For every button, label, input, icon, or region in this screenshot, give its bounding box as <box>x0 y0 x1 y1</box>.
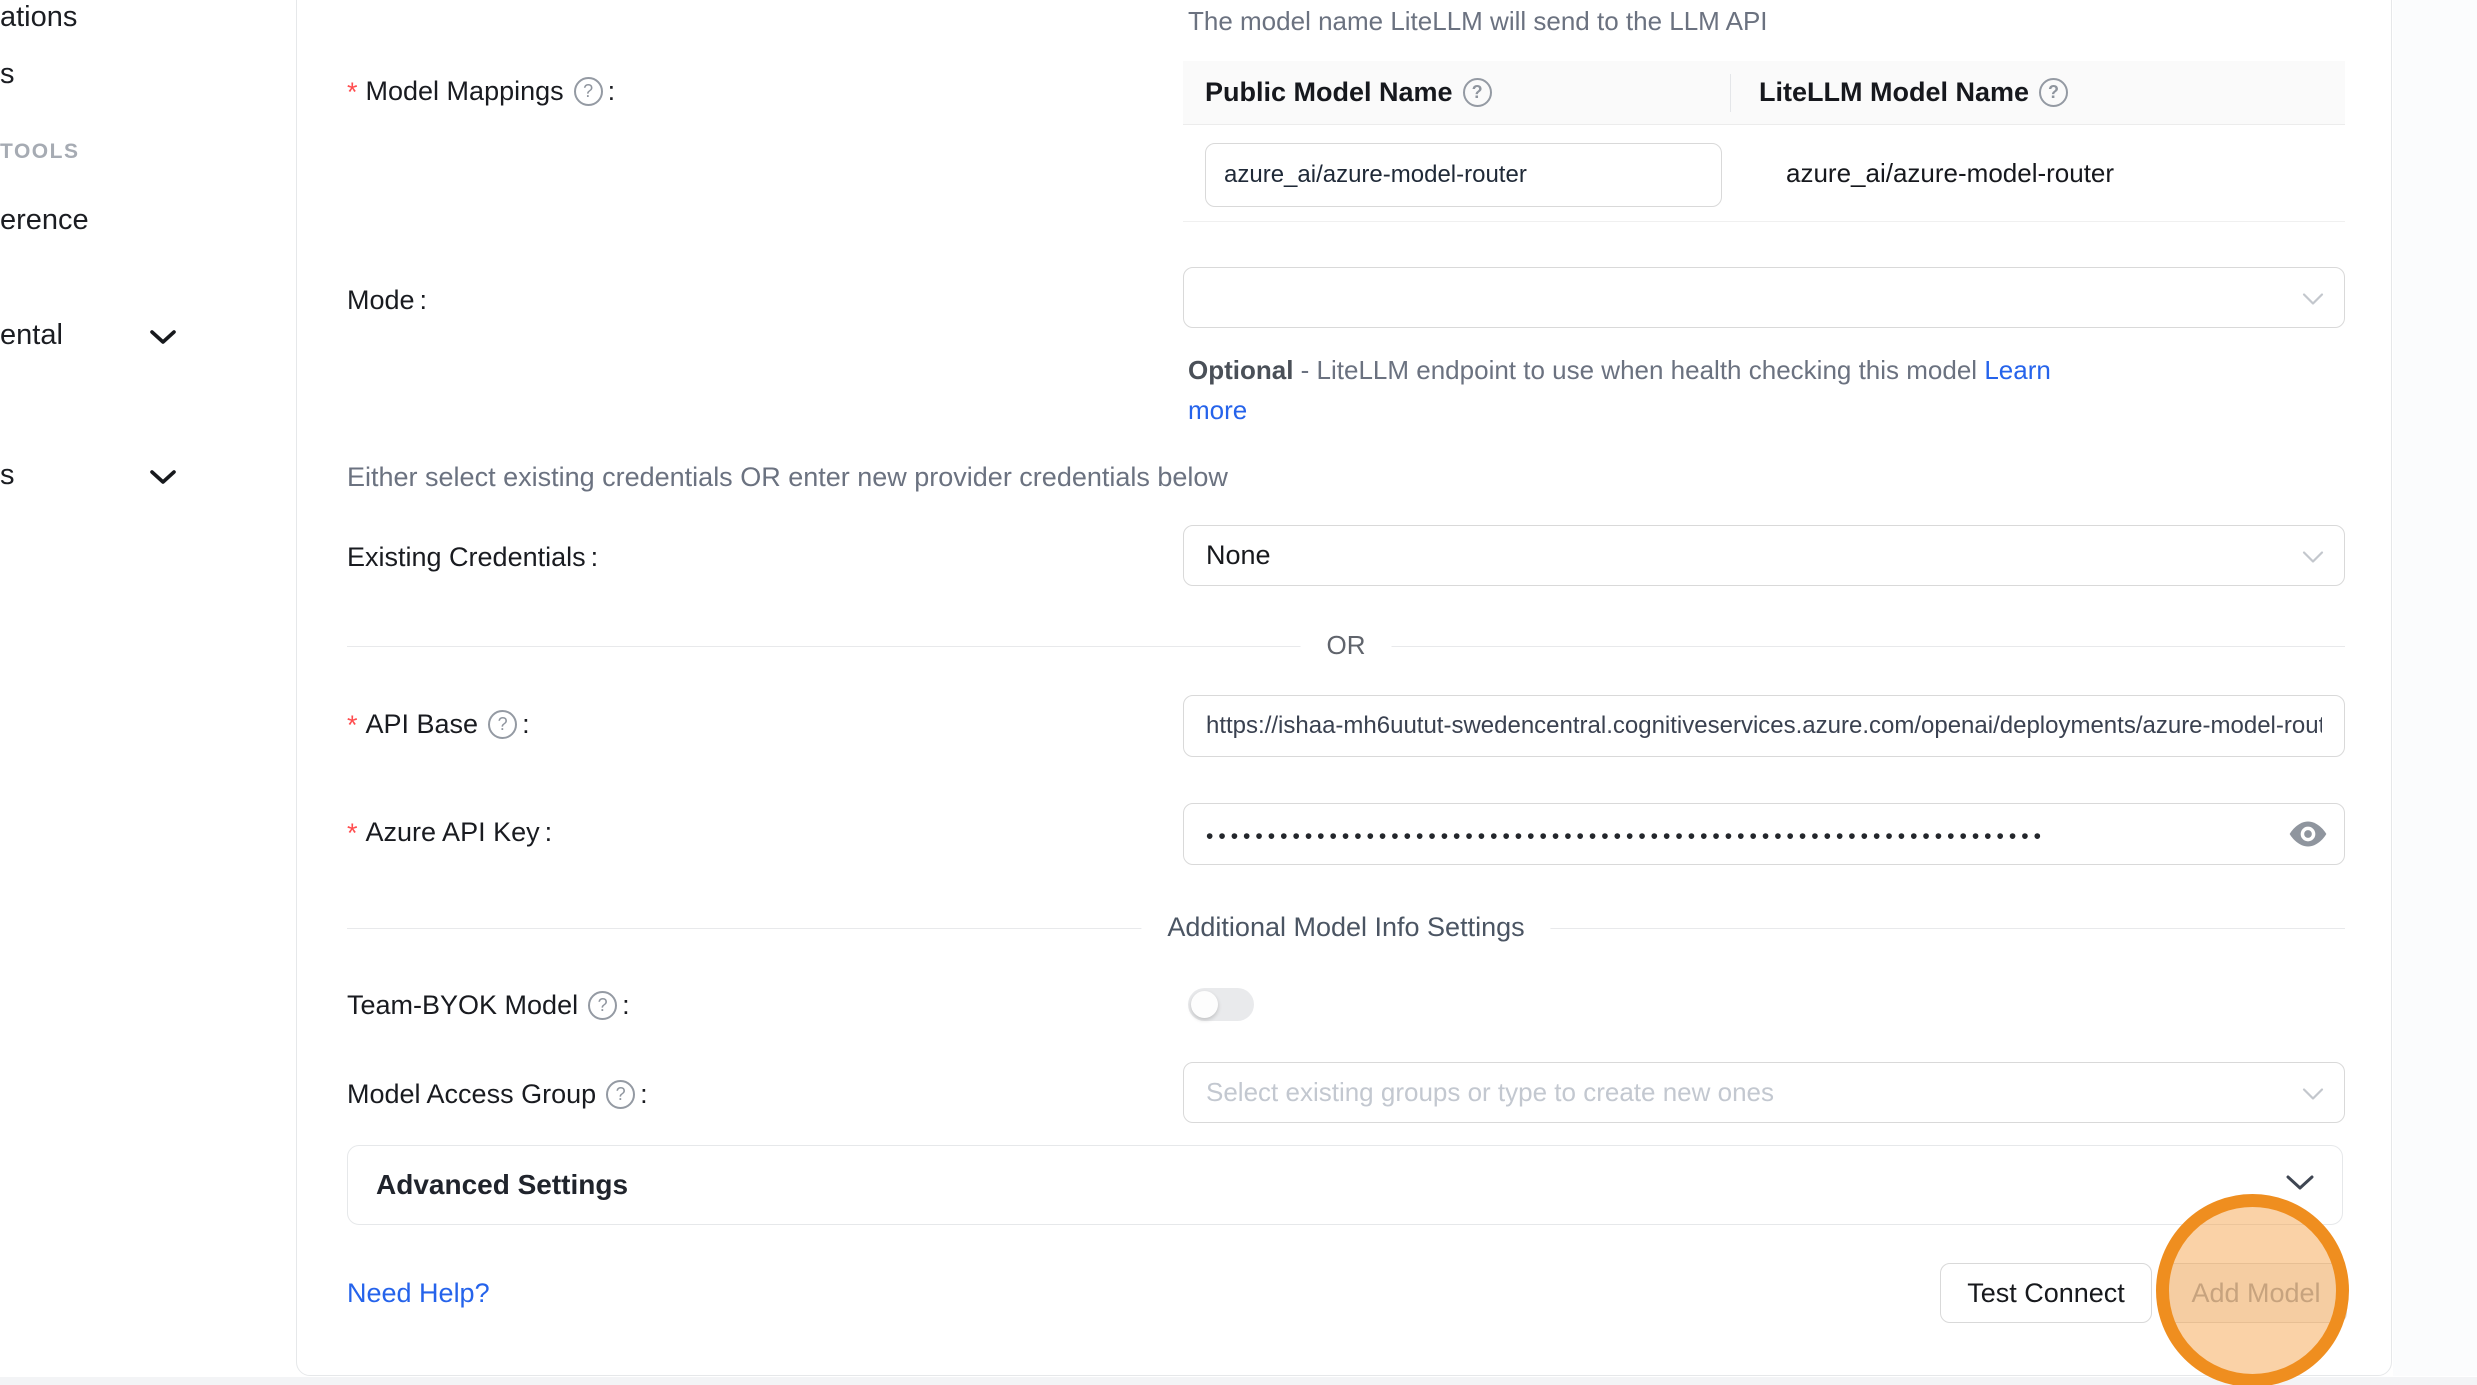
sidebar: ations s TOOLS erence ental s <box>0 0 296 1376</box>
model-name-helper-text: The model name LiteLLM will send to the … <box>1188 6 1768 37</box>
api-base-input[interactable]: https://ishaa-mh6uutut-swedencentral.cog… <box>1183 695 2345 757</box>
toggle-knob <box>1191 991 1218 1018</box>
help-icon[interactable]: ? <box>488 710 517 739</box>
eye-icon[interactable] <box>2288 814 2328 854</box>
sidebar-item-ations[interactable]: ations <box>0 1 77 34</box>
model-mappings-table-header: Public Model Name ? LiteLLM Model Name ? <box>1183 61 2345 125</box>
help-icon[interactable]: ? <box>2039 78 2068 107</box>
model-access-group-label: Model Access Group ? : <box>347 1075 648 1113</box>
required-marker: * <box>347 72 358 108</box>
chevron-down-icon <box>2302 282 2324 313</box>
help-icon[interactable]: ? <box>1463 78 1492 107</box>
help-icon[interactable]: ? <box>588 991 617 1020</box>
help-icon[interactable]: ? <box>574 77 603 106</box>
api-base-label: * API Base ? : <box>347 705 530 743</box>
advanced-settings-title: Advanced Settings <box>376 1169 628 1201</box>
or-divider-label: OR <box>1301 630 1392 661</box>
public-model-name-header: Public Model Name ? <box>1183 77 1730 108</box>
test-connect-button[interactable]: Test Connect <box>1940 1263 2152 1323</box>
litellm-model-name-value: azure_ai/azure-model-router <box>1758 125 2114 222</box>
sidebar-item-s1[interactable]: s <box>0 58 15 91</box>
add-model-button[interactable]: Add Model <box>2165 1263 2347 1323</box>
page-background-right <box>2393 0 2477 1376</box>
chevron-down-icon[interactable] <box>150 330 176 350</box>
mode-helper-text: Optional - LiteLLM endpoint to use when … <box>1188 350 2088 430</box>
help-icon[interactable]: ? <box>606 1080 635 1109</box>
model-mappings-label: * Model Mappings ? : <box>347 72 615 110</box>
sidebar-item-s2[interactable]: s <box>0 459 15 492</box>
sidebar-item-ental[interactable]: ental <box>0 319 63 352</box>
advanced-settings-header[interactable]: Advanced Settings <box>347 1145 2343 1225</box>
model-access-group-select[interactable]: Select existing groups or type to create… <box>1183 1062 2345 1123</box>
existing-credentials-select[interactable]: None <box>1183 525 2345 586</box>
mode-label: Mode : <box>347 281 427 319</box>
additional-info-divider-label: Additional Model Info Settings <box>1141 912 1550 943</box>
table-row: azure_ai/azure-model-router <box>1183 125 2345 222</box>
page-background-bottom <box>0 1377 2477 1385</box>
need-help-link[interactable]: Need Help? <box>347 1278 490 1309</box>
azure-api-key-input[interactable]: ••••••••••••••••••••••••••••••••••••••••… <box>1183 803 2345 865</box>
chevron-down-icon <box>2302 1077 2324 1108</box>
or-divider: OR <box>347 646 2345 647</box>
existing-credentials-label: Existing Credentials : <box>347 538 598 576</box>
team-byok-label: Team-BYOK Model ? : <box>347 986 630 1024</box>
mode-select[interactable] <box>1183 267 2345 328</box>
public-model-name-input[interactable] <box>1205 143 1722 207</box>
sidebar-item-erence[interactable]: erence <box>0 204 89 237</box>
required-marker: * <box>347 705 358 741</box>
azure-api-key-label: * Azure API Key : <box>347 813 552 851</box>
chevron-down-icon <box>2302 540 2324 571</box>
chevron-down-icon <box>2286 1175 2314 1196</box>
team-byok-toggle[interactable] <box>1188 988 1254 1021</box>
add-model-form-page: ations s TOOLS erence ental s The model … <box>0 0 2477 1385</box>
model-mappings-table: Public Model Name ? LiteLLM Model Name ?… <box>1183 61 2345 222</box>
litellm-model-name-header: LiteLLM Model Name ? <box>1730 74 2345 112</box>
model-access-group-placeholder: Select existing groups or type to create… <box>1206 1077 1774 1108</box>
additional-info-divider: Additional Model Info Settings <box>347 928 2345 929</box>
required-marker: * <box>347 813 358 849</box>
credentials-note: Either select existing credentials OR en… <box>347 462 1228 493</box>
masked-api-key: ••••••••••••••••••••••••••••••••••••••••… <box>1206 819 2126 849</box>
sidebar-section-tools: TOOLS <box>0 140 79 164</box>
chevron-down-icon[interactable] <box>150 470 176 490</box>
